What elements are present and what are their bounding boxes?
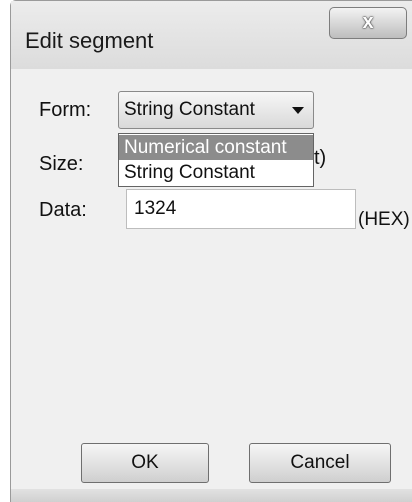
dialog-title: Edit segment xyxy=(25,28,154,53)
close-icon: x xyxy=(362,11,374,33)
chevron-down-icon xyxy=(292,107,304,114)
form-option-string-constant[interactable]: String Constant xyxy=(119,160,313,185)
ok-button[interactable]: OK xyxy=(81,443,209,483)
data-unit-label: (HEX) xyxy=(358,209,410,230)
dialog-body: Form: String Constant Numerical constant… xyxy=(23,69,410,489)
size-value-partial: t) xyxy=(314,147,327,169)
form-select[interactable]: String Constant xyxy=(118,91,314,129)
data-input[interactable] xyxy=(126,189,356,229)
size-label: Size: xyxy=(39,153,84,175)
title-bar[interactable]: Edit segment x xyxy=(11,1,412,69)
data-label: Data: xyxy=(39,199,87,221)
form-label: Form: xyxy=(39,99,92,121)
dialog-bottom-edge xyxy=(11,489,412,502)
edit-segment-dialog: Edit segment x Form: String Constant Num… xyxy=(10,0,412,502)
form-dropdown-list: Numerical constant String Constant xyxy=(118,133,314,187)
form-option-numerical-constant[interactable]: Numerical constant xyxy=(119,135,313,160)
cancel-button[interactable]: Cancel xyxy=(249,443,391,483)
close-button[interactable]: x xyxy=(329,7,407,39)
form-select-value: String Constant xyxy=(124,99,255,120)
